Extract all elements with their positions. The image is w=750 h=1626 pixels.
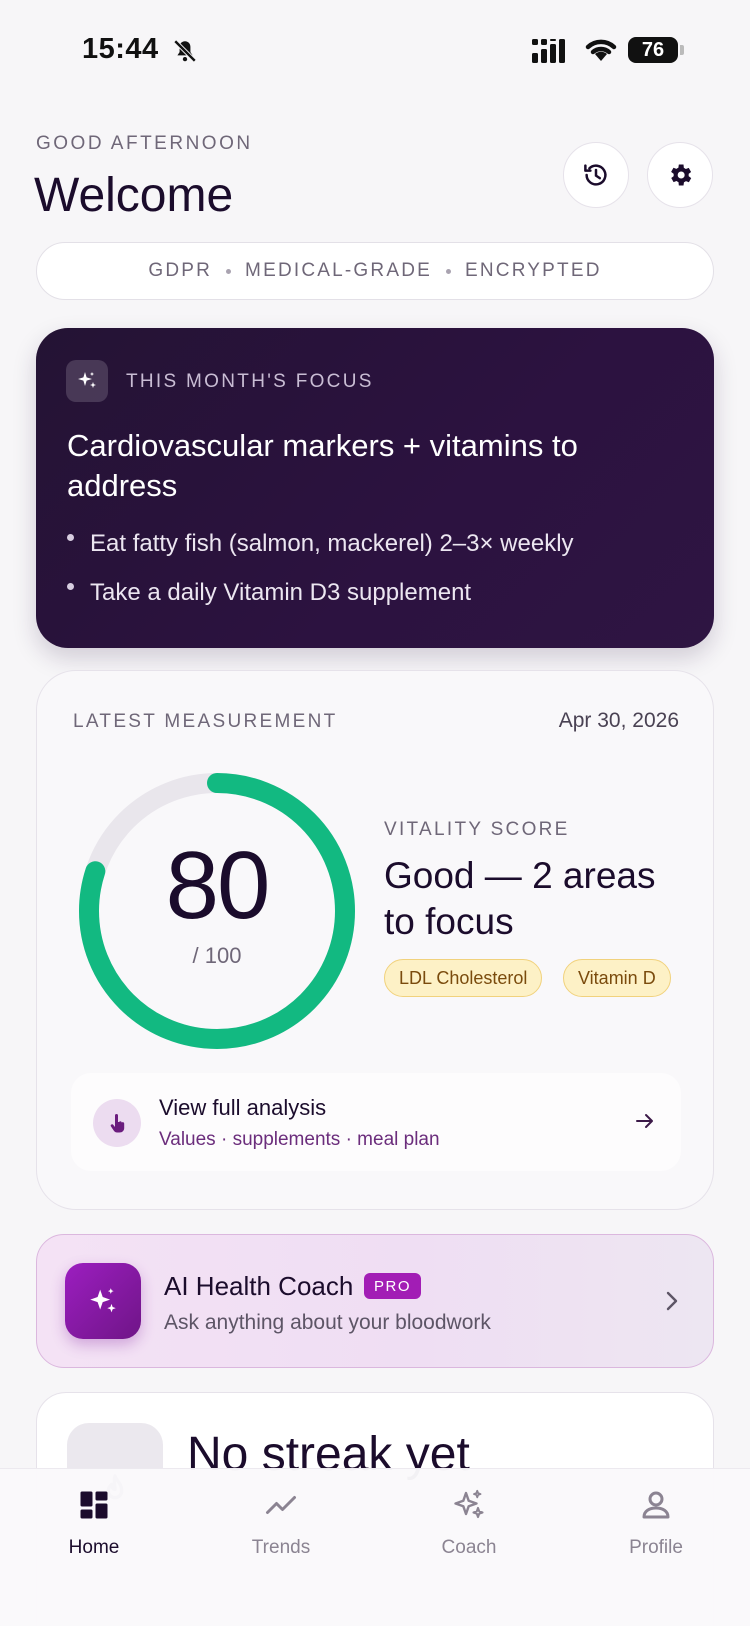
measurement-date: Apr 30, 2026	[558, 709, 679, 732]
tap-hand-icon	[93, 1099, 141, 1147]
trust-item-gdpr: GDPR	[148, 260, 213, 281]
bell-muted-icon	[173, 39, 197, 63]
focus-kicker: THIS MONTH'S FOCUS	[126, 371, 374, 392]
tab-trends-label: Trends	[251, 1537, 311, 1558]
ai-health-coach-card[interactable]: AI Health Coach PRO Ask anything about y…	[36, 1234, 714, 1368]
coach-subtitle: Ask anything about your bloodwork	[164, 1311, 491, 1334]
sparkles-icon	[66, 360, 108, 402]
tab-home[interactable]: Home	[24, 1487, 164, 1559]
bullet-dot	[67, 533, 74, 541]
trust-badges: GDPR MEDICAL-GRADE ENCRYPTED	[36, 242, 714, 300]
trust-item-medical-grade: MEDICAL-GRADE	[245, 260, 433, 281]
arrow-right-icon	[636, 1114, 653, 1128]
trust-item-encrypted: ENCRYPTED	[465, 260, 602, 281]
focus-bullet-text: Eat fatty fish (salmon, mackerel) 2–3× w…	[90, 530, 574, 557]
separator-dot	[226, 268, 232, 274]
monthly-focus-card[interactable]: THIS MONTH'S FOCUS Cardiovascular marker…	[36, 328, 714, 648]
view-full-analysis-button[interactable]: View full analysis Values · supplements …	[71, 1073, 681, 1171]
vitality-summary: Good — 2 areas to focus	[384, 855, 656, 942]
tab-profile[interactable]: Profile	[586, 1487, 726, 1559]
bullet-dot	[67, 582, 74, 590]
page-title: Welcome	[34, 169, 234, 222]
focus-bullet: Eat fatty fish (salmon, mackerel) 2–3× w…	[67, 530, 574, 558]
battery-indicator: 76	[628, 37, 678, 63]
focus-title: Cardiovascular markers + vitamins to add…	[67, 428, 578, 503]
sparkles-icon	[454, 1489, 484, 1519]
tab-coach[interactable]: Coach	[399, 1487, 539, 1559]
pro-badge: PRO	[364, 1273, 422, 1299]
trend-line-icon	[266, 1496, 296, 1514]
latest-measurement-card: LATEST MEASUREMENT Apr 30, 2026 80 / 100…	[36, 670, 714, 1210]
tab-home-label: Home	[68, 1537, 120, 1558]
battery-tip	[680, 45, 684, 55]
dashboard-icon	[80, 1491, 108, 1519]
history-icon	[584, 164, 607, 186]
measurement-kicker: LATEST MEASUREMENT	[73, 711, 338, 732]
cellular-signal-icon	[532, 39, 565, 63]
wifi-icon	[585, 39, 617, 61]
chevron-right-icon	[666, 1291, 678, 1311]
focus-bullet-text: Take a daily Vitamin D3 supplement	[90, 579, 472, 606]
coach-title: AI Health Coach	[164, 1271, 354, 1301]
score-max: / 100	[192, 943, 242, 968]
tab-profile-label: Profile	[629, 1537, 683, 1558]
status-time: 15:44	[82, 33, 159, 65]
gear-icon	[671, 164, 692, 186]
focus-chip-ldl[interactable]: LDL Cholesterol	[384, 959, 543, 997]
greeting-label: GOOD AFTERNOON	[36, 133, 253, 154]
analysis-subtitle: Values · supplements · meal plan	[159, 1129, 440, 1150]
focus-chip-vitamin-d[interactable]: Vitamin D	[563, 959, 671, 997]
settings-button[interactable]	[647, 142, 713, 208]
history-button[interactable]	[563, 142, 629, 208]
separator-dot	[446, 268, 452, 274]
sparkles-icon	[65, 1263, 141, 1339]
score-value: 80	[165, 832, 271, 939]
vitality-kicker: VITALITY SCORE	[384, 819, 570, 840]
user-icon	[642, 1491, 670, 1519]
bottom-tab-bar: Home Trends Coach Profile	[0, 1468, 750, 1626]
tab-coach-label: Coach	[441, 1537, 497, 1558]
tab-trends[interactable]: Trends	[211, 1487, 351, 1559]
focus-bullet: Take a daily Vitamin D3 supplement	[67, 579, 471, 607]
analysis-title: View full analysis	[159, 1095, 327, 1120]
